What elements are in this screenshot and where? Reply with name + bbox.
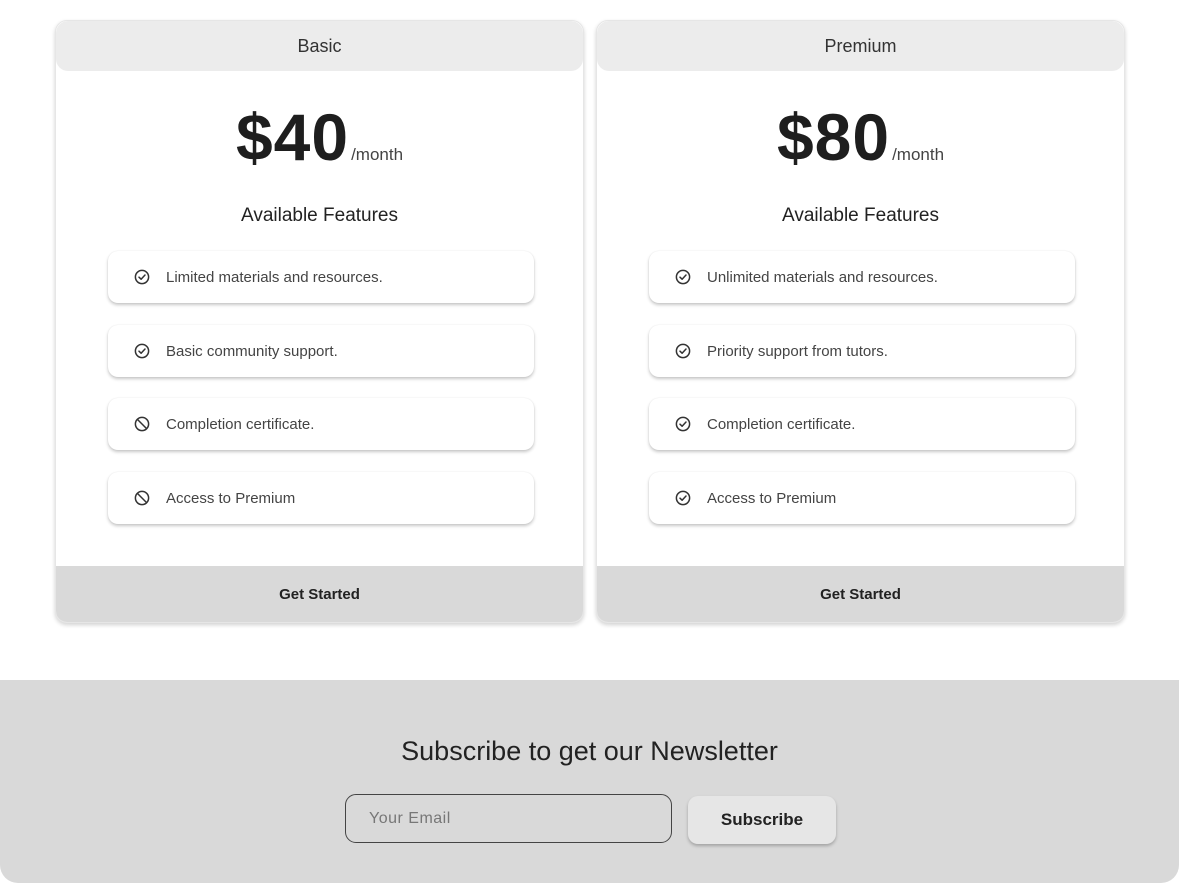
pricing-plans: Basic $40 /month Available Features Limi… bbox=[55, 20, 1125, 623]
get-started-button-basic[interactable]: Get Started bbox=[56, 566, 583, 622]
price-amount: $80 bbox=[776, 100, 891, 174]
ban-icon bbox=[134, 490, 150, 506]
newsletter-section: Subscribe to get our Newsletter Subscrib… bbox=[0, 680, 1179, 883]
feature-text: Priority support from tutors. bbox=[707, 342, 888, 360]
plan-price: $40 /month bbox=[56, 99, 583, 175]
get-started-button-premium[interactable]: Get Started bbox=[597, 566, 1124, 622]
feature-text: Unlimited materials and resources. bbox=[707, 268, 938, 286]
features-title: Available Features bbox=[781, 205, 940, 226]
feature-text: Limited materials and resources. bbox=[166, 268, 383, 286]
feature-text: Access to Premium bbox=[707, 489, 837, 507]
check-circle-icon bbox=[675, 416, 691, 432]
newsletter-title: Subscribe to get our Newsletter bbox=[401, 736, 778, 766]
feature-text: Basic community support. bbox=[166, 342, 338, 360]
check-circle-icon bbox=[134, 343, 150, 359]
ban-icon bbox=[134, 416, 150, 432]
plan-price: $80 /month bbox=[597, 99, 1124, 175]
feature-item: Basic community support. bbox=[108, 325, 534, 377]
plan-card-premium: Premium $80 /month Available Features Un… bbox=[596, 20, 1125, 623]
check-circle-icon bbox=[675, 343, 691, 359]
feature-text: Completion certificate. bbox=[707, 415, 856, 433]
plan-name: Basic bbox=[56, 21, 583, 71]
feature-text: Completion certificate. bbox=[166, 415, 315, 433]
feature-text: Access to Premium bbox=[166, 489, 296, 507]
plan-name: Premium bbox=[597, 21, 1124, 71]
features-title: Available Features bbox=[240, 205, 399, 226]
feature-item: Limited materials and resources. bbox=[108, 251, 534, 303]
feature-item: Priority support from tutors. bbox=[649, 325, 1075, 377]
feature-item: Unlimited materials and resources. bbox=[649, 251, 1075, 303]
plan-card-basic: Basic $40 /month Available Features Limi… bbox=[55, 20, 584, 623]
check-circle-icon bbox=[675, 269, 691, 285]
feature-item: Access to Premium bbox=[649, 472, 1075, 524]
feature-item: Access to Premium bbox=[108, 472, 534, 524]
price-amount: $40 bbox=[235, 100, 350, 174]
check-circle-icon bbox=[134, 269, 150, 285]
price-period: /month bbox=[351, 145, 404, 164]
pricing-page: Basic $40 /month Available Features Limi… bbox=[0, 0, 1179, 883]
price-period: /month bbox=[892, 145, 945, 164]
email-field[interactable] bbox=[345, 794, 672, 843]
check-circle-icon bbox=[675, 490, 691, 506]
feature-item: Completion certificate. bbox=[649, 398, 1075, 450]
feature-item: Completion certificate. bbox=[108, 398, 534, 450]
subscribe-button[interactable]: Subscribe bbox=[688, 796, 836, 844]
